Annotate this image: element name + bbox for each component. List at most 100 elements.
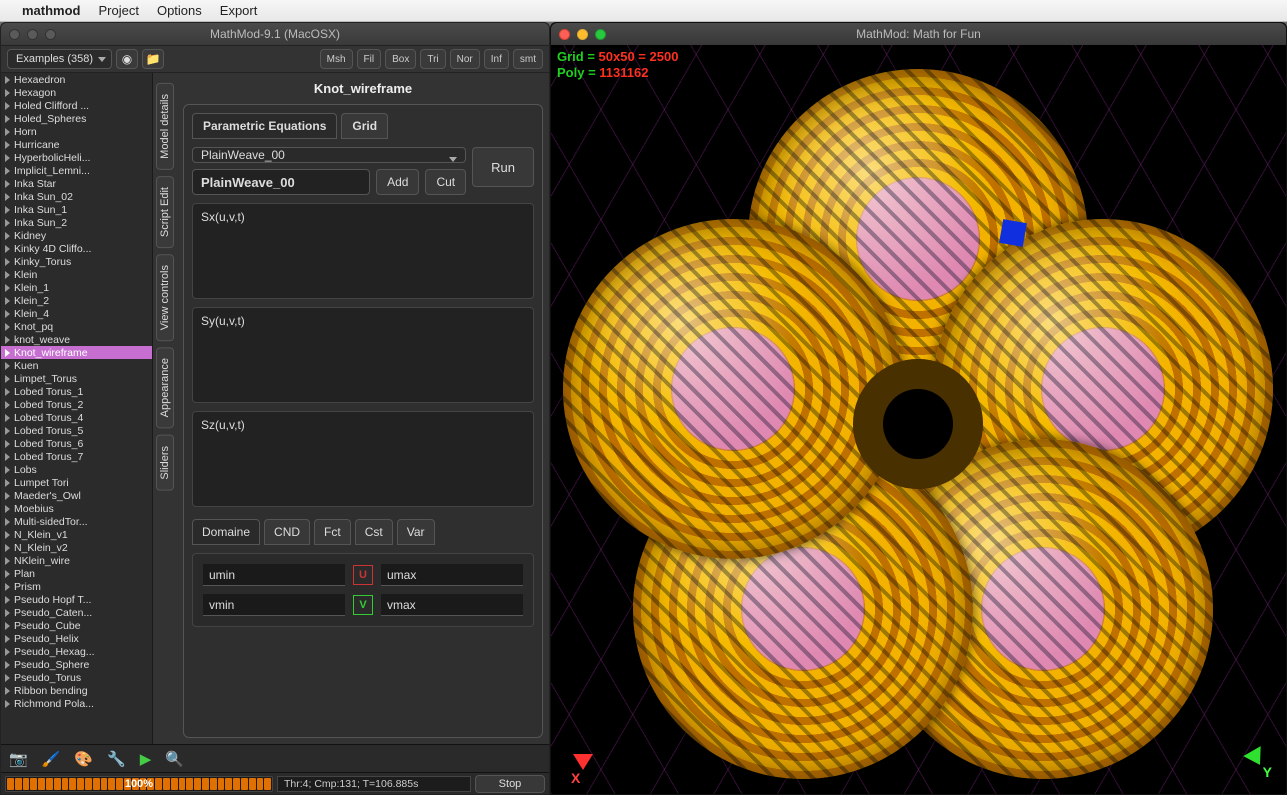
sz-equation[interactable]: Sz(u,v,t): [192, 411, 534, 507]
u-link-icon[interactable]: U: [353, 565, 373, 585]
tree-item[interactable]: Kinky_Torus: [1, 255, 152, 268]
tree-item[interactable]: Implicit_Lemni...: [1, 164, 152, 177]
render-option-tri[interactable]: Tri: [420, 49, 445, 69]
tree-item[interactable]: Lobed Torus_7: [1, 450, 152, 463]
tree-item[interactable]: Lobed Torus_4: [1, 411, 152, 424]
tree-item[interactable]: Lobs: [1, 463, 152, 476]
vmin-input[interactable]: vmin: [203, 594, 345, 616]
sx-equation[interactable]: Sx(u,v,t): [192, 203, 534, 299]
viewport-3d[interactable]: Grid = 50x50 = 2500 Poly = 1131162 X Y: [551, 45, 1286, 794]
tree-item[interactable]: Hurricane: [1, 138, 152, 151]
render-option-inf[interactable]: Inf: [484, 49, 509, 69]
tree-item[interactable]: Kinky 4D Cliffo...: [1, 242, 152, 255]
tree-item[interactable]: Horn: [1, 125, 152, 138]
render-option-fil[interactable]: Fil: [357, 49, 382, 69]
tree-item[interactable]: Lumpet Tori: [1, 476, 152, 489]
tree-item[interactable]: Klein: [1, 268, 152, 281]
tree-item[interactable]: Maeder's_Owl: [1, 489, 152, 502]
examples-dropdown[interactable]: Examples (358): [7, 49, 112, 69]
folder-icon[interactable]: 📁: [142, 49, 164, 69]
wrench-icon[interactable]: 🔧: [107, 750, 126, 768]
side-tab-appearance[interactable]: Appearance: [156, 347, 174, 428]
tree-item[interactable]: Knot_pq: [1, 320, 152, 333]
vmax-input[interactable]: vmax: [381, 594, 523, 616]
component-name-input[interactable]: PlainWeave_00: [192, 169, 370, 195]
tree-item[interactable]: Holed_Spheres: [1, 112, 152, 125]
viewport-titlebar[interactable]: MathMod: Math for Fun: [551, 23, 1286, 45]
tree-item[interactable]: N_Klein_v1: [1, 528, 152, 541]
menu-options[interactable]: Options: [157, 3, 202, 18]
mac-menubar[interactable]: mathmod Project Options Export: [0, 0, 1287, 22]
render-option-msh[interactable]: Msh: [320, 49, 353, 69]
tree-item[interactable]: Pseudo_Helix: [1, 632, 152, 645]
brush-icon[interactable]: 🖌️: [42, 750, 61, 768]
camera-icon[interactable]: 📷: [9, 750, 28, 768]
lower-tab-fct[interactable]: Fct: [314, 519, 351, 545]
tree-item[interactable]: Ribbon bending: [1, 684, 152, 697]
tree-item[interactable]: Pseudo_Sphere: [1, 658, 152, 671]
tab-parametric[interactable]: Parametric Equations: [192, 113, 337, 139]
umax-input[interactable]: umax: [381, 564, 523, 586]
play-icon[interactable]: ▶: [140, 750, 152, 768]
tree-item[interactable]: Moebius: [1, 502, 152, 515]
tree-item[interactable]: Inka Star: [1, 177, 152, 190]
tree-item[interactable]: Inka Sun_02: [1, 190, 152, 203]
tree-item[interactable]: Knot_wireframe: [1, 346, 152, 359]
tree-item[interactable]: Klein_4: [1, 307, 152, 320]
run-button[interactable]: Run: [472, 147, 534, 187]
tree-item[interactable]: Klein_2: [1, 294, 152, 307]
lower-tab-domaine[interactable]: Domaine: [192, 519, 260, 545]
editor-titlebar[interactable]: MathMod-9.1 (MacOSX): [1, 23, 549, 45]
tree-item[interactable]: Inka Sun_1: [1, 203, 152, 216]
tree-item[interactable]: N_Klein_v2: [1, 541, 152, 554]
render-option-nor[interactable]: Nor: [450, 49, 480, 69]
cut-button[interactable]: Cut: [425, 169, 466, 195]
tree-item[interactable]: Prism: [1, 580, 152, 593]
app-name[interactable]: mathmod: [22, 3, 81, 18]
tree-item[interactable]: Richmond Pola...: [1, 697, 152, 710]
tree-item[interactable]: Lobed Torus_1: [1, 385, 152, 398]
side-tab-view-controls[interactable]: View controls: [156, 254, 174, 341]
tree-item[interactable]: Pseudo_Torus: [1, 671, 152, 684]
tree-item[interactable]: Kidney: [1, 229, 152, 242]
refresh-icon[interactable]: ◉: [116, 49, 138, 69]
side-tab-sliders[interactable]: Sliders: [156, 435, 174, 491]
render-option-box[interactable]: Box: [385, 49, 416, 69]
lower-tab-cst[interactable]: Cst: [355, 519, 393, 545]
component-select[interactable]: PlainWeave_00: [192, 147, 466, 163]
palette-icon[interactable]: 🎨: [74, 750, 93, 768]
tree-item[interactable]: Lobed Torus_5: [1, 424, 152, 437]
tree-item[interactable]: Hexaedron: [1, 73, 152, 86]
lower-tab-cnd[interactable]: CND: [264, 519, 310, 545]
search-icon[interactable]: 🔍: [165, 750, 184, 768]
tree-item[interactable]: Hexagon: [1, 86, 152, 99]
tree-item[interactable]: Plan: [1, 567, 152, 580]
tree-item[interactable]: Multi-sidedTor...: [1, 515, 152, 528]
add-button[interactable]: Add: [376, 169, 419, 195]
lower-tab-var[interactable]: Var: [397, 519, 435, 545]
side-tab-model-details[interactable]: Model details: [156, 83, 174, 170]
sy-equation[interactable]: Sy(u,v,t): [192, 307, 534, 403]
tree-item[interactable]: Klein_1: [1, 281, 152, 294]
tree-item[interactable]: Lobed Torus_6: [1, 437, 152, 450]
tree-item[interactable]: Pseudo_Cube: [1, 619, 152, 632]
v-link-icon[interactable]: V: [353, 595, 373, 615]
tree-item[interactable]: NKlein_wire: [1, 554, 152, 567]
side-tab-script-edit[interactable]: Script Edit: [156, 176, 174, 248]
tree-item[interactable]: Lobed Torus_2: [1, 398, 152, 411]
model-tree[interactable]: HexaedronHexagonHoled Clifford ...Holed_…: [1, 73, 153, 744]
tree-item[interactable]: Limpet_Torus: [1, 372, 152, 385]
render-option-smt[interactable]: smt: [513, 49, 543, 69]
tree-item[interactable]: Holed Clifford ...: [1, 99, 152, 112]
tree-item[interactable]: HyperbolicHeli...: [1, 151, 152, 164]
tree-item[interactable]: Inka Sun_2: [1, 216, 152, 229]
tree-item[interactable]: Kuen: [1, 359, 152, 372]
umin-input[interactable]: umin: [203, 564, 345, 586]
menu-project[interactable]: Project: [99, 3, 139, 18]
menu-export[interactable]: Export: [220, 3, 258, 18]
tree-item[interactable]: Pseudo_Caten...: [1, 606, 152, 619]
tree-item[interactable]: knot_weave: [1, 333, 152, 346]
tab-grid[interactable]: Grid: [341, 113, 388, 139]
tree-item[interactable]: Pseudo_Hexag...: [1, 645, 152, 658]
tree-item[interactable]: Pseudo Hopf T...: [1, 593, 152, 606]
